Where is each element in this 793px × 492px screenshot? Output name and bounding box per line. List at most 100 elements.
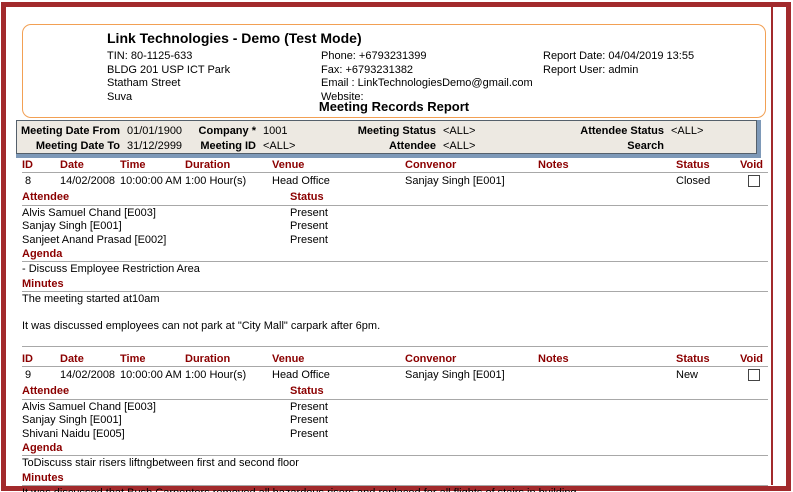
company-title: Link Technologies - Demo (Test Mode) bbox=[107, 30, 362, 46]
column-header-id: ID bbox=[22, 158, 60, 172]
minutes-line: The meeting started at10am bbox=[22, 293, 768, 307]
cell-id: 8 bbox=[22, 174, 60, 191]
report-header-box: Link Technologies - Demo (Test Mode) TIN… bbox=[22, 24, 766, 118]
record-data-row: 9 14/02/2008 10:00:00 AM 1:00 Hour(s) He… bbox=[22, 368, 768, 385]
column-header-time: Time bbox=[120, 158, 185, 172]
attendee-name: Alvis Samuel Chand [E003] bbox=[22, 401, 290, 415]
filter-label-meeting-status: Meeting Status bbox=[336, 125, 436, 137]
agenda-label: Agenda bbox=[22, 441, 768, 455]
agenda-line: - Discuss Employee Restriction Area bbox=[22, 263, 768, 277]
column-header-status: Status bbox=[676, 158, 740, 172]
report-user-line: Report User: admin bbox=[543, 64, 694, 78]
minutes-label: Minutes bbox=[22, 277, 768, 291]
address-line: TIN: 80-1125-633 bbox=[107, 50, 230, 64]
column-header-notes: Notes bbox=[538, 352, 676, 366]
attendee-list: Alvis Samuel Chand [E003] Present Sanjay… bbox=[22, 207, 768, 248]
cell-status: New bbox=[676, 368, 740, 385]
cell-convenor: Sanjay Singh [E001] bbox=[405, 174, 538, 191]
filter-value-company: 1001 bbox=[256, 125, 336, 137]
agenda-label: Agenda bbox=[22, 247, 768, 261]
cell-status: Closed bbox=[676, 174, 740, 191]
attendee-status: Present bbox=[290, 220, 768, 234]
report-date-line: Report Date: 04/04/2019 13:55 bbox=[543, 50, 694, 64]
agenda-line: ToDiscuss stair risers liftngbetween fir… bbox=[22, 457, 768, 471]
filter-label-search: Search bbox=[564, 140, 664, 152]
minutes-line bbox=[22, 306, 768, 320]
minutes-lines: The meeting started at10am It was discuss… bbox=[22, 293, 768, 334]
filter-value-meeting-id: <ALL> bbox=[256, 140, 336, 152]
fax-line: Fax: +6793231382 bbox=[321, 64, 533, 78]
filter-label-meeting-date-from: Meeting Date From bbox=[17, 125, 120, 137]
page-edge-line bbox=[771, 7, 773, 485]
report-meta: Report Date: 04/04/2019 13:55 Report Use… bbox=[543, 50, 694, 77]
attendee-status: Present bbox=[290, 401, 768, 415]
record-header-row: ID Date Time Duration Venue Convenor Not… bbox=[22, 158, 768, 172]
subcolumn-header-status: Status bbox=[290, 191, 768, 205]
subcolumn-header-attendee: Attendee bbox=[22, 191, 290, 205]
column-header-venue: Venue bbox=[272, 158, 405, 172]
address-line: BLDG 201 USP ICT Park bbox=[107, 64, 230, 78]
column-header-status: Status bbox=[676, 352, 740, 366]
filter-label-company: Company * bbox=[198, 125, 256, 137]
record-data-row: 8 14/02/2008 10:00:00 AM 1:00 Hour(s) He… bbox=[22, 174, 768, 191]
filter-value-attendee: <ALL> bbox=[436, 140, 564, 152]
email-line: Email : LinkTechnologiesDemo@gmail.com bbox=[321, 77, 533, 91]
column-header-id: ID bbox=[22, 352, 60, 366]
attendee-name: Sanjeet Anand Prasad [E002] bbox=[22, 234, 290, 248]
cell-venue: Head Office bbox=[272, 368, 405, 385]
attendee-name: Alvis Samuel Chand [E003] bbox=[22, 207, 290, 221]
cell-time: 10:00:00 AM bbox=[120, 368, 185, 385]
attendee-name: Shivani Naidu [E005] bbox=[22, 428, 290, 442]
report-title: Meeting Records Report bbox=[23, 99, 765, 114]
filter-panel: Meeting Date From 01/01/1900 Company * 1… bbox=[16, 120, 757, 154]
column-header-time: Time bbox=[120, 352, 185, 366]
minutes-line: It was discussed employees can not park … bbox=[22, 320, 768, 334]
minutes-line: It was discussed that Bush Carpenters re… bbox=[22, 487, 768, 492]
cell-duration: 1:00 Hour(s) bbox=[185, 174, 272, 191]
cell-void bbox=[740, 174, 768, 191]
report-window: Link Technologies - Demo (Test Mode) TIN… bbox=[0, 0, 793, 492]
phone-line: Phone: +6793231399 bbox=[321, 50, 533, 64]
agenda-lines: ToDiscuss stair risers liftngbetween fir… bbox=[22, 457, 768, 471]
column-header-void: Void bbox=[740, 158, 768, 172]
filter-value-meeting-status: <ALL> bbox=[436, 125, 564, 137]
filter-value-meeting-date-to: 31/12/2999 bbox=[120, 140, 198, 152]
cell-date: 14/02/2008 bbox=[60, 368, 120, 385]
column-header-venue: Venue bbox=[272, 352, 405, 366]
filter-value-meeting-date-from: 01/01/1900 bbox=[120, 125, 198, 137]
filter-label-meeting-date-to: Meeting Date To bbox=[17, 140, 120, 152]
subcolumn-header-status: Status bbox=[290, 385, 768, 399]
cell-void bbox=[740, 368, 768, 385]
void-checkbox[interactable] bbox=[748, 175, 760, 187]
meeting-record: ID Date Time Duration Venue Convenor Not… bbox=[22, 158, 768, 333]
column-header-notes: Notes bbox=[538, 158, 676, 172]
attendee-row: Alvis Samuel Chand [E003] Present bbox=[22, 401, 768, 415]
attendee-row: Sanjay Singh [E001] Present bbox=[22, 220, 768, 234]
address-line: Statham Street bbox=[107, 77, 230, 91]
attendee-row: Shivani Naidu [E005] Present bbox=[22, 428, 768, 442]
cell-notes bbox=[538, 368, 676, 385]
column-header-convenor: Convenor bbox=[405, 158, 538, 172]
attendee-row: Sanjeet Anand Prasad [E002] Present bbox=[22, 234, 768, 248]
attendee-status: Present bbox=[290, 428, 768, 442]
filter-label-attendee: Attendee bbox=[336, 140, 436, 152]
attendee-header-row: Attendee Status bbox=[22, 191, 768, 205]
attendee-row: Alvis Samuel Chand [E003] Present bbox=[22, 207, 768, 221]
filter-label-attendee-status: Attendee Status bbox=[564, 125, 664, 137]
attendee-status: Present bbox=[290, 414, 768, 428]
cell-convenor: Sanjay Singh [E001] bbox=[405, 368, 538, 385]
column-header-duration: Duration bbox=[185, 158, 272, 172]
company-contact: Phone: +6793231399 Fax: +6793231382 Emai… bbox=[321, 50, 533, 104]
minutes-lines: It was discussed that Bush Carpenters re… bbox=[22, 487, 768, 492]
attendee-status: Present bbox=[290, 234, 768, 248]
records-list: ID Date Time Duration Venue Convenor Not… bbox=[22, 158, 768, 492]
cell-time: 10:00:00 AM bbox=[120, 174, 185, 191]
filter-value-attendee-status: <ALL> bbox=[664, 125, 757, 137]
void-checkbox[interactable] bbox=[748, 369, 760, 381]
attendee-header-row: Attendee Status bbox=[22, 385, 768, 399]
attendee-row: Sanjay Singh [E001] Present bbox=[22, 414, 768, 428]
attendee-name: Sanjay Singh [E001] bbox=[22, 414, 290, 428]
attendee-name: Sanjay Singh [E001] bbox=[22, 220, 290, 234]
subcolumn-header-attendee: Attendee bbox=[22, 385, 290, 399]
column-header-convenor: Convenor bbox=[405, 352, 538, 366]
